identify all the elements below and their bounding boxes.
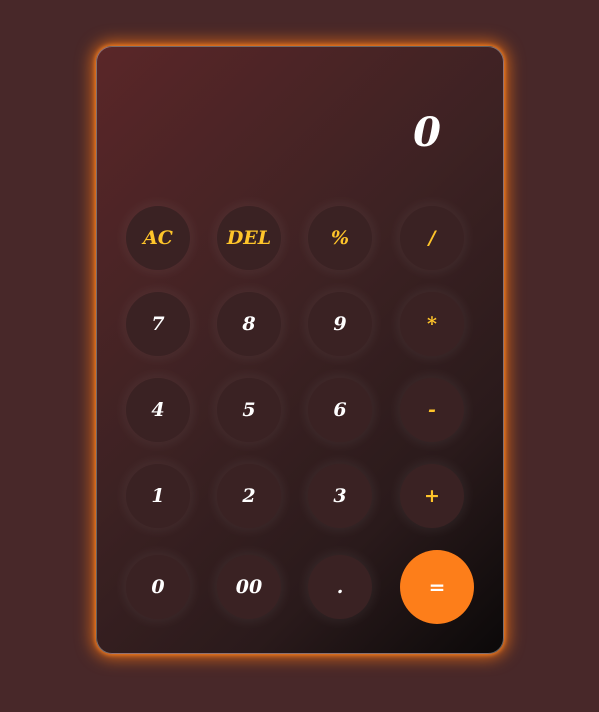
- delete-button[interactable]: DEL: [217, 206, 281, 270]
- digit-2-button[interactable]: 2: [217, 464, 281, 528]
- calculator: 0 AC DEL % / 7 8 9 * 4 5 6 - 1 2 3 + 0 0…: [96, 46, 504, 654]
- multiply-button[interactable]: *: [400, 292, 464, 356]
- divide-button[interactable]: /: [400, 206, 464, 270]
- digit-5-button[interactable]: 5: [217, 378, 281, 442]
- subtract-button[interactable]: -: [400, 378, 464, 442]
- digit-8-button[interactable]: 8: [217, 292, 281, 356]
- digit-4-button[interactable]: 4: [126, 378, 190, 442]
- digit-0-button[interactable]: 0: [126, 555, 190, 619]
- digit-9-button[interactable]: 9: [308, 292, 372, 356]
- double-zero-button[interactable]: 00: [217, 555, 281, 619]
- digit-6-button[interactable]: 6: [308, 378, 372, 442]
- digit-7-button[interactable]: 7: [126, 292, 190, 356]
- percent-button[interactable]: %: [308, 206, 372, 270]
- clear-button[interactable]: AC: [126, 206, 190, 270]
- decimal-button[interactable]: .: [308, 555, 372, 619]
- digit-3-button[interactable]: 3: [308, 464, 372, 528]
- equals-button[interactable]: =: [400, 550, 474, 624]
- add-button[interactable]: +: [400, 464, 464, 528]
- display-value: 0: [413, 109, 441, 156]
- digit-1-button[interactable]: 1: [126, 464, 190, 528]
